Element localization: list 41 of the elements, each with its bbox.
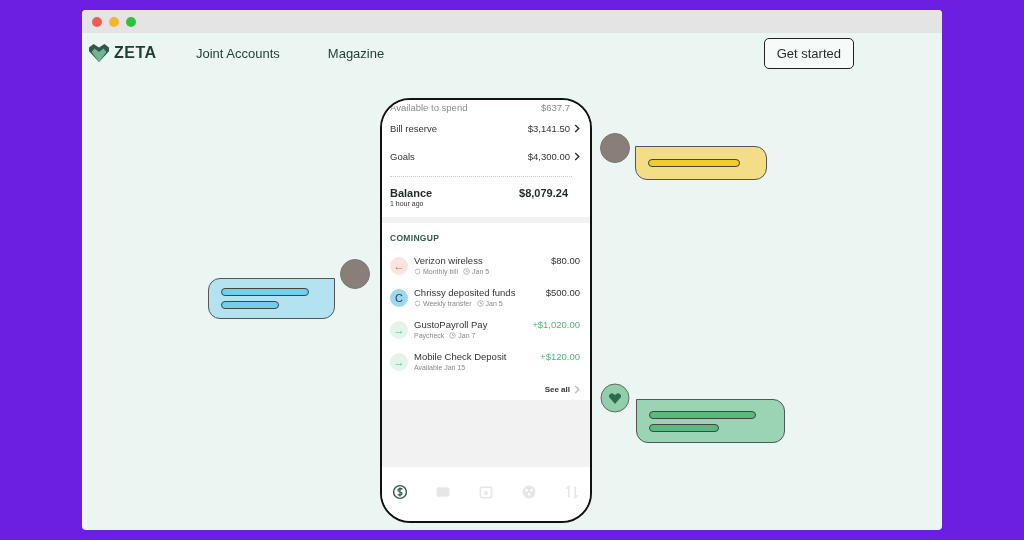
- calendar-tab-icon[interactable]: [478, 484, 494, 500]
- heart-logo-icon[interactable]: [88, 43, 110, 63]
- initial-avatar: C: [390, 289, 408, 307]
- account-label: Available to spend: [390, 101, 469, 113]
- transaction-name: Verizon wireless: [414, 255, 484, 266]
- nav-link[interactable]: Joint Accounts: [196, 45, 280, 61]
- account-label: Goals: [390, 150, 416, 162]
- clock-icon: [463, 268, 470, 275]
- section-heading: COMINGUP: [390, 233, 441, 243]
- dollar-tab-icon[interactable]: [392, 484, 408, 500]
- chevron-icon[interactable]: [574, 151, 580, 161]
- account-amount: $4,300.00: [527, 150, 570, 162]
- account-label: Bill reserve: [390, 122, 438, 134]
- minimize-dot[interactable]: [109, 16, 119, 27]
- repeat-icon: [414, 268, 421, 275]
- transaction-amount: $80.00: [550, 255, 580, 266]
- see-all-link[interactable]: See all: [544, 385, 570, 394]
- balance-amount: $8,079.24: [519, 187, 568, 199]
- account-amount: $3,141.50: [527, 122, 570, 134]
- avatar-photo-placeholder: [600, 133, 630, 163]
- card-tab-icon[interactable]: [435, 484, 451, 500]
- heart-avatar-icon: [600, 383, 630, 413]
- get-started-button[interactable]: Get started: [763, 37, 854, 69]
- transaction-amount: +$1,020.00: [532, 319, 580, 330]
- transaction-name: GustoPayroll Pay: [414, 319, 489, 330]
- transaction-name: Mobile Check Deposit: [414, 351, 508, 362]
- avatar-photo-placeholder: [340, 259, 370, 289]
- transaction-amount: $500.00: [545, 287, 580, 298]
- account-amount: $637.7: [540, 101, 570, 113]
- transaction-amount: +$120.00: [540, 351, 580, 362]
- clock-icon: [449, 332, 457, 339]
- close-dot[interactable]: [92, 16, 102, 27]
- nav-link[interactable]: Magazine: [327, 45, 385, 61]
- chevron-icon[interactable]: [574, 123, 580, 133]
- transaction-name: Chrissy deposited funds: [414, 287, 517, 298]
- clock-icon: [476, 300, 484, 307]
- transfer-tab-icon[interactable]: [564, 484, 580, 500]
- balance-label: Balance: [390, 187, 434, 199]
- repeat-icon: [414, 300, 421, 307]
- brand-name[interactable]: ZETA: [114, 44, 157, 62]
- zoom-dot[interactable]: [126, 16, 136, 27]
